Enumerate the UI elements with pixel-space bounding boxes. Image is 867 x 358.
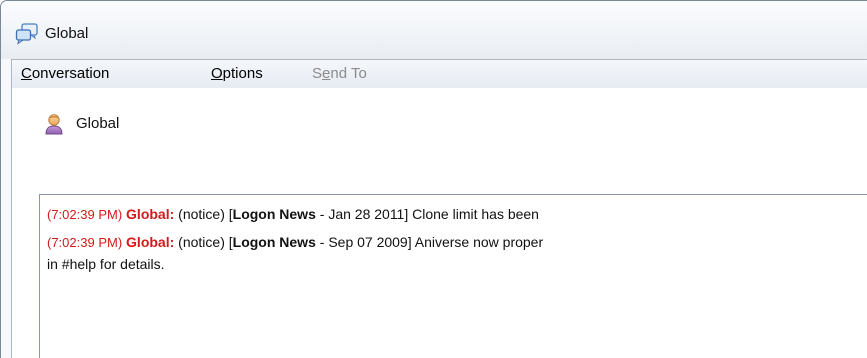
menu-bar: Conversation Options Send To (12, 60, 867, 89)
message-continuation: in #help for details. (47, 256, 165, 272)
message-sender: Global: (126, 206, 175, 222)
window-title: Global (45, 25, 89, 42)
message-bold-text: Logon News (232, 206, 316, 222)
message-timestamp: (7:02:39 PM) (47, 207, 123, 222)
message-text: - Sep 07 2009] Aniverse now proper (315, 234, 544, 250)
contact-header: Global (12, 88, 867, 168)
message-line: (7:02:39 PM) Global: (notice) [Logon New… (47, 203, 867, 226)
message-bold-text: Logon News (232, 234, 316, 250)
message-timestamp: (7:02:39 PM) (47, 235, 123, 250)
chat-window: Global Conversation Options Send To Glob… (0, 0, 867, 358)
message-text: (notice) [ (174, 206, 233, 222)
contact-name: Global (76, 115, 120, 132)
message-line: (7:02:39 PM) Global: (notice) [Logon New… (47, 231, 867, 254)
message-sender: Global: (126, 234, 175, 250)
message-text: (notice) [ (174, 234, 233, 250)
message-text: - Jan 28 2011] Clone limit has been (315, 206, 539, 222)
menu-send-to[interactable]: Send To (310, 65, 369, 83)
menu-options[interactable]: Options (209, 65, 265, 83)
user-icon (45, 114, 63, 135)
menu-conversation[interactable]: Conversation (19, 65, 111, 83)
message-log[interactable]: (7:02:39 PM) Global: (notice) [Logon New… (39, 194, 867, 358)
title-bar[interactable]: Global (1, 1, 867, 59)
client-area: Conversation Options Send To Global (7:0… (11, 59, 867, 358)
chat-window-icon (15, 23, 38, 45)
